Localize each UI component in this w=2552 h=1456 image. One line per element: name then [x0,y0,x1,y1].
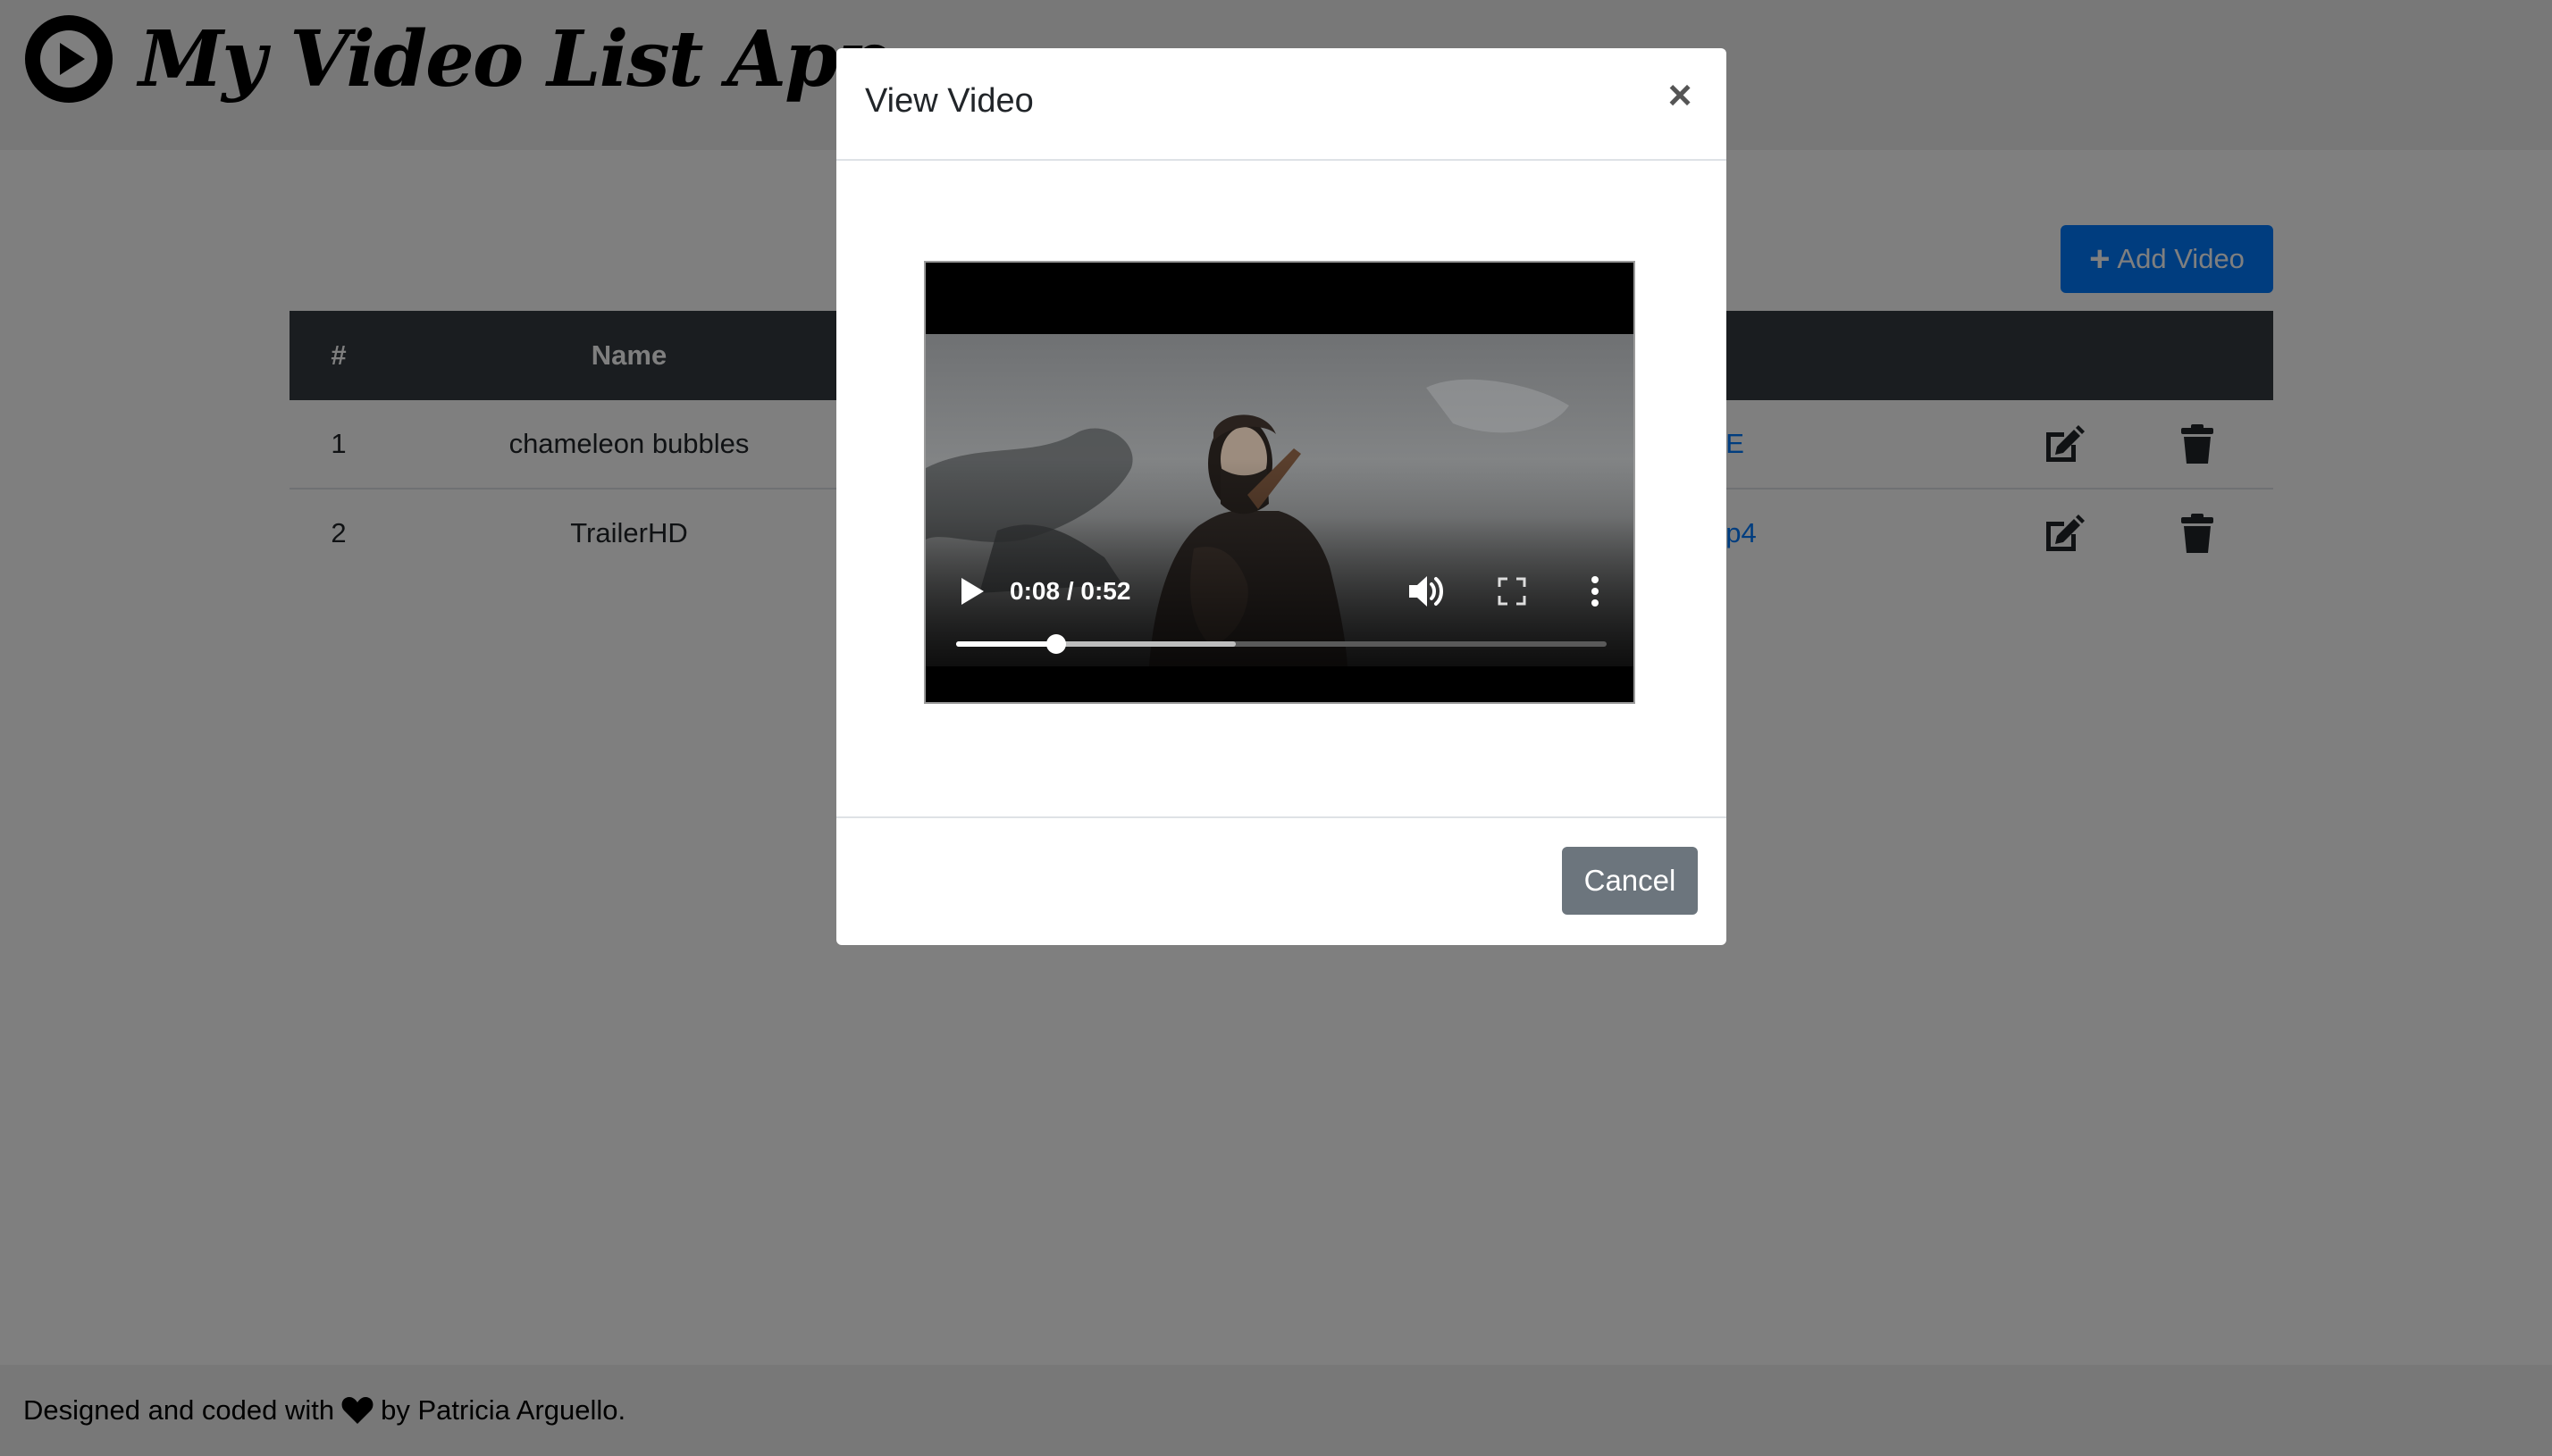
more-options-button[interactable] [1582,572,1608,611]
play-button[interactable] [953,572,992,611]
video-progress-bar[interactable] [956,634,1607,654]
close-icon[interactable]: × [1662,74,1698,115]
more-vertical-icon [1591,576,1599,607]
progress-played [956,641,1057,647]
fullscreen-icon [1498,577,1526,606]
video-player[interactable]: 0:08 / 0:52 [924,261,1635,704]
cancel-button[interactable]: Cancel [1562,847,1698,915]
modal-footer: Cancel [836,816,1726,945]
volume-button[interactable] [1405,572,1449,611]
view-video-modal: View Video × 0:08 / 0:52 Cancel [836,48,1726,945]
modal-title: View Video [865,82,1034,120]
controls-shade [926,459,1633,666]
progress-thumb[interactable] [1046,634,1067,654]
modal-header: View Video × [836,48,1726,161]
fullscreen-button[interactable] [1494,573,1530,609]
time-display: 0:08 / 0:52 [1010,577,1131,605]
play-icon [961,578,984,605]
volume-icon [1409,576,1443,607]
